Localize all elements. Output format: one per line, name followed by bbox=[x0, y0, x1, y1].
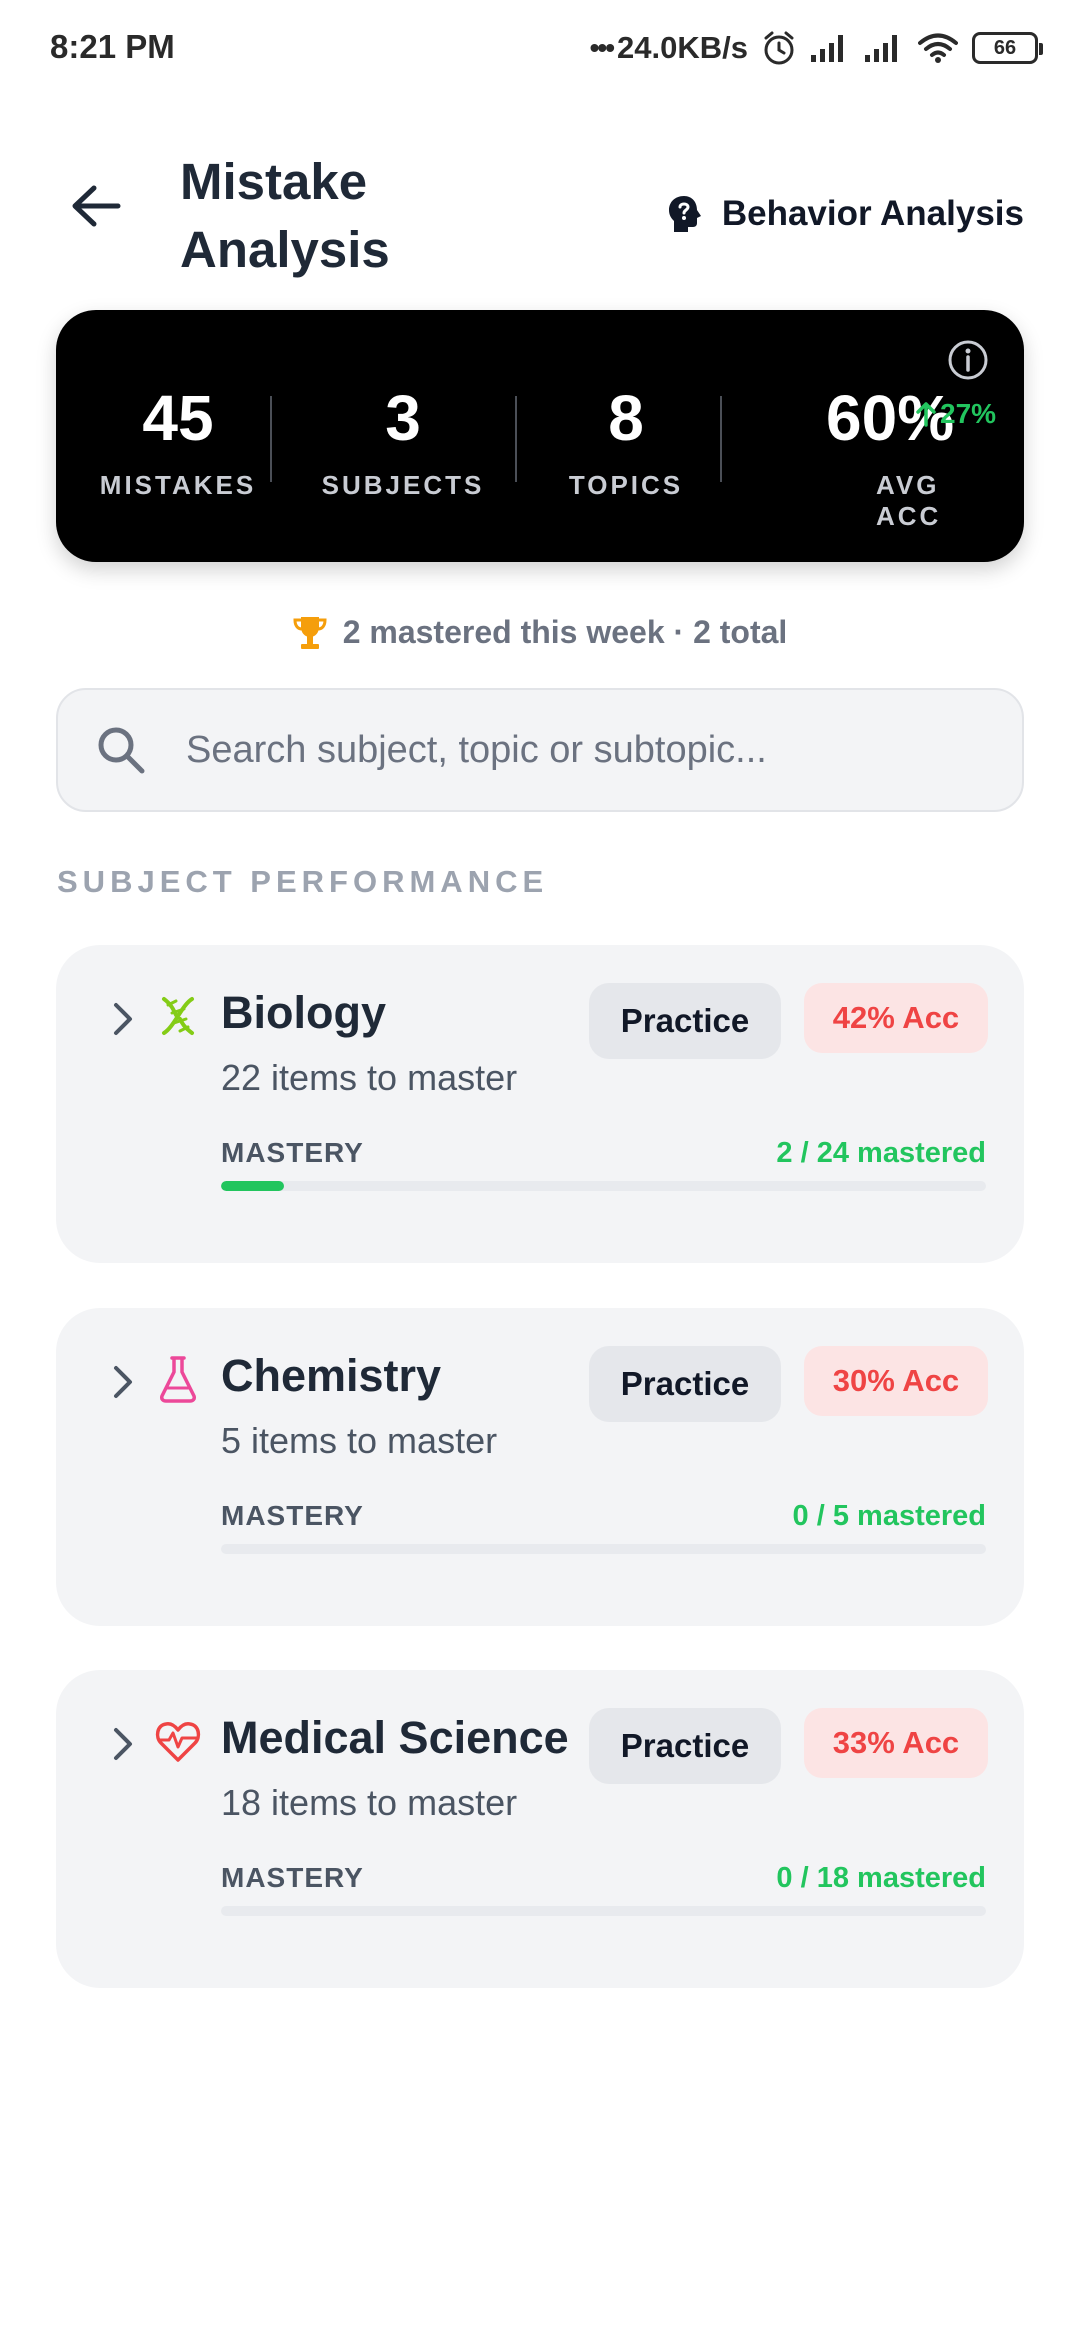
stat-mistakes-value: 45 bbox=[142, 382, 214, 454]
practice-button[interactable]: Practice bbox=[589, 1346, 781, 1422]
subject-items-to-master: 18 items to master bbox=[221, 1782, 518, 1823]
flask-icon bbox=[160, 1356, 196, 1403]
heartbeat-icon bbox=[155, 1722, 201, 1762]
mastery-progress-bar bbox=[221, 1544, 986, 1554]
stat-topics-value: 8 bbox=[608, 382, 644, 454]
signal-icon bbox=[810, 33, 850, 63]
battery-icon: 66 bbox=[972, 32, 1043, 64]
status-time: 8:21 PM bbox=[50, 28, 175, 65]
head-question-icon bbox=[668, 196, 701, 232]
stat-subjects: 3 SUBJECTS bbox=[292, 380, 514, 501]
search-input[interactable] bbox=[186, 728, 986, 772]
status-bar: 8:21 PM ••• 24.0KB/s 66 bbox=[0, 0, 1080, 96]
trophy-icon bbox=[293, 616, 327, 649]
mastery-count: 0 / 5 mastered bbox=[792, 1500, 986, 1532]
section-title: SUBJECT PERFORMANCE bbox=[57, 864, 549, 899]
network-speed: ••• 24.0KB/s bbox=[590, 30, 748, 66]
subject-name: Medical Science bbox=[221, 1712, 569, 1763]
mastery-progress-fill bbox=[221, 1181, 285, 1191]
mastered-summary: 2 mastered this week · 2 total bbox=[0, 614, 1080, 651]
subject-card-chemistry[interactable]: Chemistry 5 items to master Practice 30%… bbox=[56, 1308, 1024, 1626]
subject-items-to-master: 5 items to master bbox=[221, 1420, 498, 1461]
chevron-right-icon[interactable] bbox=[102, 997, 142, 1041]
stat-subjects-label: SUBJECTS bbox=[321, 470, 485, 500]
behavior-analysis-button[interactable]: Behavior Analysis bbox=[668, 182, 1024, 246]
mastery-label: MASTERY bbox=[221, 1500, 364, 1531]
arrow-up-icon bbox=[916, 402, 936, 427]
dna-icon bbox=[162, 997, 194, 1035]
subject-name: Biology bbox=[221, 987, 386, 1038]
search-box[interactable] bbox=[56, 688, 1024, 812]
wifi-icon bbox=[918, 32, 958, 64]
info-icon[interactable] bbox=[946, 338, 990, 382]
stat-divider bbox=[515, 396, 517, 482]
stat-divider bbox=[270, 396, 272, 482]
status-icons: ••• 24.0KB/s 66 bbox=[590, 26, 1043, 70]
practice-button[interactable]: Practice bbox=[589, 1708, 781, 1784]
mastery-count: 2 / 24 mastered bbox=[776, 1137, 986, 1169]
chevron-right-icon[interactable] bbox=[102, 1722, 142, 1766]
stat-topics-label: TOPICS bbox=[568, 470, 684, 500]
mastery-label: MASTERY bbox=[221, 1862, 364, 1893]
network-speed-value: 24.0KB/s bbox=[617, 30, 748, 65]
mastery-count: 0 / 18 mastered bbox=[776, 1862, 986, 1894]
avg-acc-trend: 27% bbox=[916, 398, 996, 430]
stat-mistakes: 45 MISTAKES bbox=[78, 380, 278, 501]
stat-avg-acc-label: AVG ACC bbox=[876, 470, 942, 531]
avg-acc-trend-value: 27% bbox=[940, 398, 997, 429]
practice-button[interactable]: Practice bbox=[589, 983, 781, 1059]
stat-mistakes-label: MISTAKES bbox=[99, 470, 257, 500]
subject-items-to-master: 22 items to master bbox=[221, 1057, 518, 1098]
mastery-label: MASTERY bbox=[221, 1137, 364, 1168]
signal-icon bbox=[864, 33, 904, 63]
stat-topics: 8 TOPICS bbox=[536, 380, 716, 501]
search-icon bbox=[98, 727, 145, 774]
chevron-right-icon[interactable] bbox=[102, 1360, 142, 1404]
mastered-summary-text: 2 mastered this week · 2 total bbox=[342, 614, 788, 650]
page-title: Mistake Analysis bbox=[180, 153, 390, 278]
behavior-analysis-label: Behavior Analysis bbox=[721, 194, 1024, 233]
subject-card-biology[interactable]: Biology 22 items to master Practice 42% … bbox=[56, 945, 1024, 1263]
accuracy-badge: 30% Acc bbox=[804, 1346, 988, 1416]
accuracy-badge: 42% Acc bbox=[804, 983, 988, 1053]
arrow-left-icon bbox=[72, 185, 121, 227]
accuracy-badge: 33% Acc bbox=[804, 1708, 988, 1778]
stats-card: 45 MISTAKES 3 SUBJECTS 8 TOPICS 60% AVG … bbox=[56, 310, 1024, 562]
subject-name: Chemistry bbox=[221, 1350, 442, 1401]
stat-divider bbox=[720, 396, 722, 482]
status-dots: ••• bbox=[589, 32, 615, 63]
subject-card-medical-science[interactable]: Medical Science 18 items to master Pract… bbox=[56, 1670, 1024, 1988]
stat-subjects-value: 3 bbox=[385, 382, 421, 454]
alarm-icon bbox=[762, 30, 796, 66]
back-button[interactable] bbox=[60, 170, 132, 242]
mastery-progress-bar bbox=[221, 1181, 986, 1191]
mastery-progress-bar bbox=[221, 1906, 986, 1916]
